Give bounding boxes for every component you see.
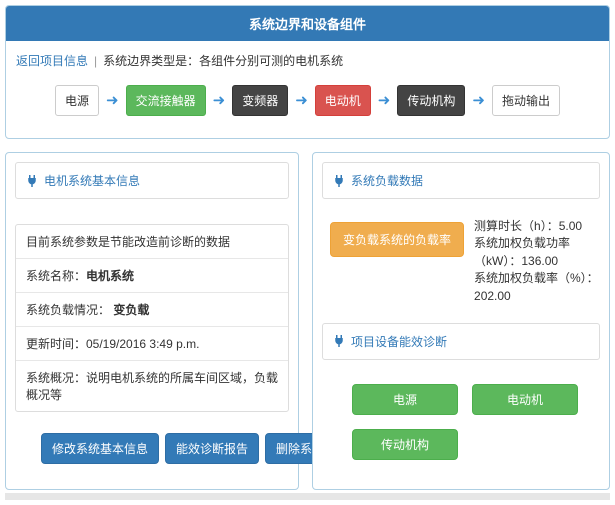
flow-node-inverter[interactable]: 变频器 (232, 85, 288, 116)
arrow-right-icon: ➜ (106, 93, 119, 108)
system-name-label: 系统名称： (26, 269, 86, 283)
list-item-system-overview: 系统概况：说明电机系统的所属车间区域，负载概况等 (16, 360, 288, 411)
system-flow-diagram: 电源 ➜ 交流接触器 ➜ 变频器 ➜ 电动机 ➜ 传动机构 ➜ 拖动输出 (14, 77, 601, 128)
flow-node-power-supply[interactable]: 电源 (55, 85, 99, 116)
boundary-type-text: 系统边界类型是：各组件分别可测的电机系统 (103, 54, 343, 68)
system-load-panel: 系统负载数据 变负载系统的负载率 测算时长（h）：5.00 系统加权负载功率（k… (312, 152, 610, 490)
flow-node-transmission[interactable]: 传动机构 (397, 85, 465, 116)
motor-system-info-title: 电机系统基本信息 (44, 172, 140, 189)
diagnose-power-supply-button[interactable]: 电源 (352, 384, 458, 415)
equipment-diagnosis-header: 项目设备能效诊断 (322, 323, 600, 360)
boundary-panel-body: 返回项目信息 | 系统边界类型是：各组件分别可测的电机系统 电源 ➜ 交流接触器 ➜… (6, 41, 609, 138)
edit-system-info-button[interactable]: 修改系统基本信息 (41, 433, 159, 464)
variable-load-rate-button[interactable]: 变负载系统的负载率 (330, 222, 464, 257)
load-data-row: 变负载系统的负载率 测算时长（h）：5.00 系统加权负载功率（kW）：136.… (330, 218, 600, 305)
update-time-text: 更新时间：05/19/2016 3:49 p.m. (26, 337, 199, 351)
list-item-system-name: 系统名称：电机系统 (16, 258, 288, 292)
breadcrumb-divider: | (94, 54, 97, 68)
load-condition-label: 系统负载情况： (26, 303, 113, 317)
flow-node-drive-output[interactable]: 拖动输出 (492, 85, 560, 116)
breadcrumb: 返回项目信息 | 系统边界类型是：各组件分别可测的电机系统 (14, 48, 601, 77)
system-overview-text: 系统概况：说明电机系统的所属车间区域，负载概况等 (26, 371, 278, 402)
content-columns: 电机系统基本信息 目前系统参数是节能改造前诊断的数据 系统名称：电机系统 系统负… (5, 152, 610, 490)
plug-icon (333, 174, 345, 188)
arrow-right-icon: ➜ (472, 93, 485, 108)
list-item-update-time: 更新时间：05/19/2016 3:49 p.m. (16, 326, 288, 360)
footer-strip (5, 493, 610, 500)
load-metrics: 测算时长（h）：5.00 系统加权负载功率（kW）：136.00 系统加权负载率… (474, 218, 600, 305)
metric-duration: 测算时长（h）：5.00 (474, 218, 600, 235)
arrow-right-icon: ➜ (213, 93, 226, 108)
page: 系统边界和设备组件 返回项目信息 | 系统边界类型是：各组件分别可测的电机系统 电源… (0, 0, 615, 505)
load-condition-value: 变负载 (113, 303, 149, 317)
motor-system-info-panel: 电机系统基本信息 目前系统参数是节能改造前诊断的数据 系统名称：电机系统 系统负… (5, 152, 299, 490)
equipment-diagnosis-title: 项目设备能效诊断 (351, 333, 447, 350)
flow-node-motor[interactable]: 电动机 (315, 85, 371, 116)
page-title: 系统边界和设备组件 (6, 6, 609, 41)
diagnosis-buttons: 电源 电动机 传动机构 (352, 384, 592, 460)
system-info-list: 目前系统参数是节能改造前诊断的数据 系统名称：电机系统 系统负载情况： 变负载 … (15, 224, 289, 412)
system-actions: 修改系统基本信息 能效诊断报告 删除系统 (41, 433, 289, 464)
metric-weighted-rate: 系统加权负载率（%）：202.00 (474, 270, 600, 305)
arrow-right-icon: ➜ (295, 93, 308, 108)
note-text: 目前系统参数是节能改造前诊断的数据 (26, 235, 230, 249)
boundary-panel: 系统边界和设备组件 返回项目信息 | 系统边界类型是：各组件分别可测的电机系统 电源… (5, 5, 610, 139)
metric-weighted-power: 系统加权负载功率（kW）：136.00 (474, 235, 600, 270)
system-load-title: 系统负载数据 (351, 172, 423, 189)
back-to-project-link[interactable]: 返回项目信息 (16, 54, 88, 68)
list-item-load-condition: 系统负载情况： 变负载 (16, 292, 288, 326)
diagnose-motor-button[interactable]: 电动机 (472, 384, 578, 415)
system-name-value: 电机系统 (86, 269, 134, 283)
motor-system-info-header: 电机系统基本信息 (15, 162, 289, 199)
flow-node-ac-contactor[interactable]: 交流接触器 (126, 85, 206, 116)
diagnose-transmission-button[interactable]: 传动机构 (352, 429, 458, 460)
system-load-header: 系统负载数据 (322, 162, 600, 199)
arrow-right-icon: ➜ (378, 93, 391, 108)
list-item-note: 目前系统参数是节能改造前诊断的数据 (16, 225, 288, 258)
efficiency-report-button[interactable]: 能效诊断报告 (165, 433, 259, 464)
plug-icon (26, 174, 38, 188)
plug-icon (333, 334, 345, 348)
